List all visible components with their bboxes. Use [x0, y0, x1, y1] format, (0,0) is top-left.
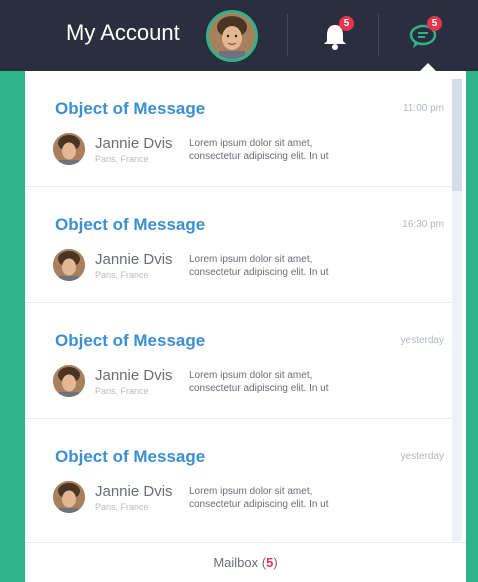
sender-location: Paris, France — [95, 154, 149, 164]
message-item[interactable]: Object of Message yesterday Jannie Dvis … — [25, 303, 452, 419]
mailbox-count: 5 — [266, 555, 274, 570]
sender-name: Jannie Dvis — [95, 135, 173, 152]
mailbox-link[interactable]: Mailbox (5) — [25, 542, 466, 582]
message-title: Object of Message — [55, 215, 206, 234]
account-label: My Account — [66, 20, 180, 45]
message-item[interactable]: Object of Message 16:30 pm Jannie Dvis P… — [25, 187, 452, 303]
message-snippet: Lorem ipsum dolor sit amet, consectetur … — [189, 137, 389, 163]
message-item[interactable]: Object of Message 11:00 pm Jannie Dvis P… — [25, 71, 452, 187]
notifications-badge: 5 — [339, 16, 354, 31]
message-item[interactable]: Object of Message yesterday Jannie Dvis … — [25, 419, 452, 535]
notifications-button[interactable]: 5 — [318, 16, 354, 52]
message-snippet: Lorem ipsum dolor sit amet, consectetur … — [189, 369, 389, 395]
message-time: yesterday — [400, 451, 444, 462]
message-snippet: Lorem ipsum dolor sit amet, consectetur … — [189, 253, 389, 279]
my-account-menu[interactable]: My Account — [0, 0, 280, 71]
message-title: Object of Message — [55, 447, 206, 466]
divider — [378, 14, 379, 56]
snippet-line: consectetur adipiscing elit. In ut — [189, 267, 329, 278]
sender-avatar — [53, 133, 85, 165]
message-snippet: Lorem ipsum dolor sit amet, consectetur … — [189, 485, 389, 511]
sender-location: Paris, France — [95, 502, 149, 512]
sender-avatar — [53, 365, 85, 397]
snippet-line: consectetur adipiscing elit. In ut — [189, 383, 329, 394]
message-title: Object of Message — [55, 99, 206, 118]
sender-avatar — [53, 481, 85, 513]
message-time: yesterday — [400, 335, 444, 346]
message-time: 16:30 pm — [402, 219, 444, 230]
sender-name: Jannie Dvis — [95, 483, 173, 500]
chat-bubble-icon — [406, 24, 440, 56]
sender-location: Paris, France — [95, 270, 149, 280]
snippet-line: Lorem ipsum dolor sit amet, — [189, 138, 313, 149]
message-title: Object of Message — [55, 331, 206, 350]
snippet-line: consectetur adipiscing elit. In ut — [189, 151, 329, 162]
sender-location: Paris, France — [95, 386, 149, 396]
sender-avatar — [53, 249, 85, 281]
bell-icon — [318, 25, 352, 56]
scrollbar-thumb[interactable] — [452, 79, 462, 191]
sender-name: Jannie Dvis — [95, 367, 173, 384]
snippet-line: Lorem ipsum dolor sit amet, — [189, 254, 313, 265]
messages-button[interactable]: 5 — [406, 16, 442, 52]
snippet-line: consectetur adipiscing elit. In ut — [189, 499, 329, 510]
user-avatar[interactable] — [206, 10, 258, 62]
sender-name: Jannie Dvis — [95, 251, 173, 268]
divider — [287, 14, 288, 56]
background-stripe — [466, 71, 478, 582]
mailbox-label: Mailbox — [213, 555, 259, 570]
snippet-line: Lorem ipsum dolor sit amet, — [189, 486, 313, 497]
messages-dropdown: Object of Message 11:00 pm Jannie Dvis P… — [25, 71, 466, 582]
dropdown-caret — [420, 63, 436, 71]
messages-badge: 5 — [427, 16, 442, 31]
top-navigation-bar: My Account 5 5 — [0, 0, 478, 71]
snippet-line: Lorem ipsum dolor sit amet, — [189, 370, 313, 381]
background-stripe — [0, 71, 25, 582]
message-time: 11:00 pm — [403, 103, 444, 114]
